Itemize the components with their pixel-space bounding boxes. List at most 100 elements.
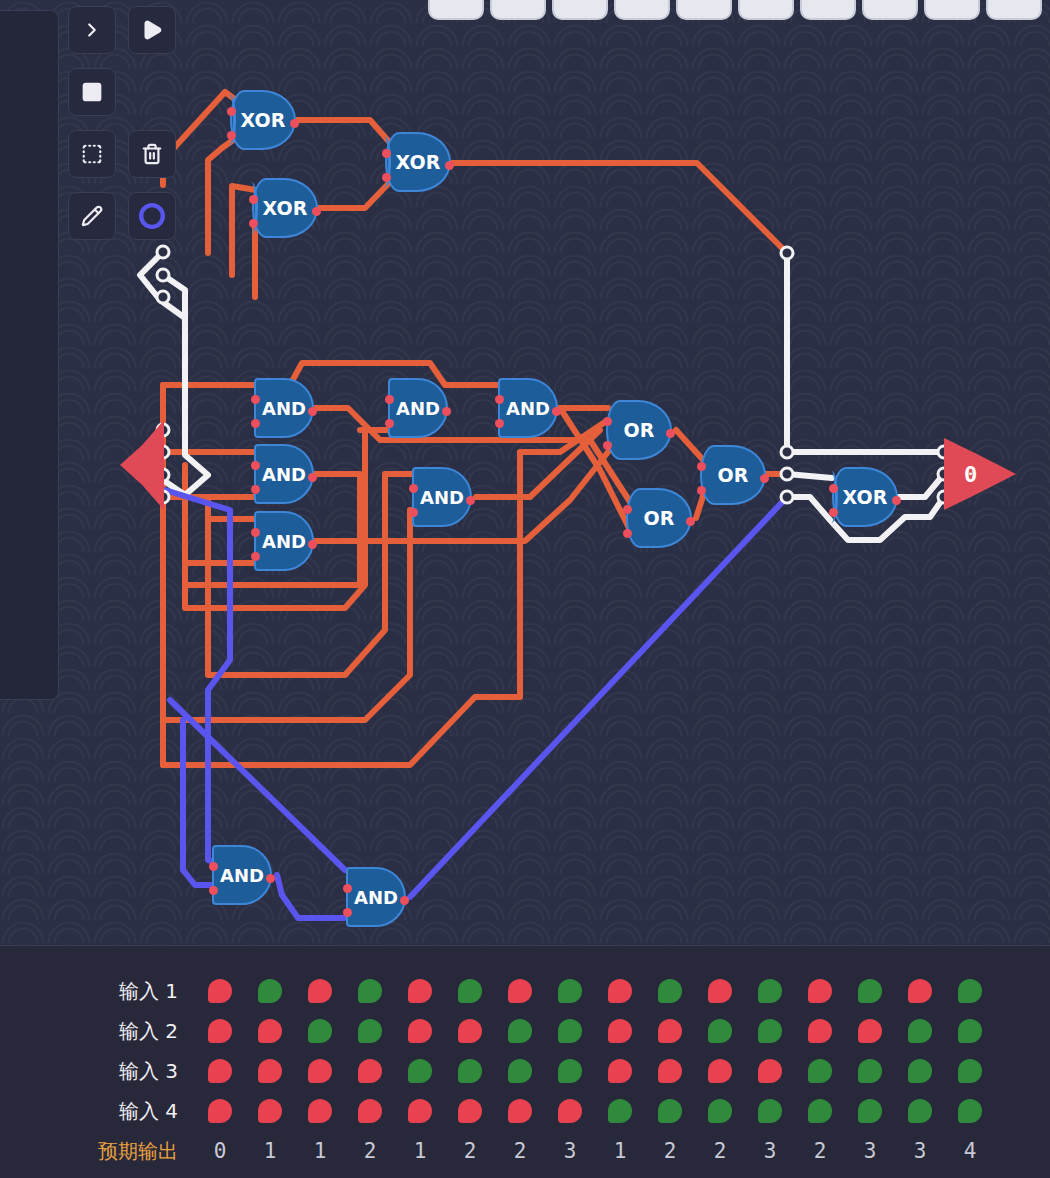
- gate-input-pin[interactable]: [251, 528, 260, 537]
- wire[interactable]: [277, 875, 344, 918]
- gate-output-pin[interactable]: [308, 473, 317, 482]
- gate-input-pin[interactable]: [227, 131, 236, 140]
- component-tile[interactable]: [800, 0, 856, 20]
- input-component[interactable]: [120, 420, 164, 510]
- gate-output-pin[interactable]: [308, 540, 317, 549]
- wire[interactable]: [558, 405, 608, 411]
- wire[interactable]: [676, 430, 705, 462]
- component-tile[interactable]: [676, 0, 732, 20]
- gate-output-pin[interactable]: [466, 496, 475, 505]
- gate-input-pin[interactable]: [251, 461, 260, 470]
- and-gate[interactable]: AND: [254, 444, 314, 504]
- gate-input-pin[interactable]: [249, 195, 258, 204]
- gate-input-pin[interactable]: [623, 529, 632, 538]
- and-gate[interactable]: AND: [254, 378, 314, 438]
- xor-gate[interactable]: XOR: [230, 90, 296, 150]
- gate-output-pin[interactable]: [666, 429, 675, 438]
- or-gate[interactable]: OR: [700, 445, 766, 505]
- wire-node[interactable]: [781, 468, 793, 480]
- gate-input-pin[interactable]: [251, 552, 260, 561]
- gate-input-pin[interactable]: [603, 441, 612, 450]
- gate-input-pin[interactable]: [382, 149, 391, 158]
- step-button[interactable]: [68, 6, 116, 54]
- wire-node[interactable]: [781, 247, 793, 259]
- component-tile[interactable]: [552, 0, 608, 20]
- component-tile[interactable]: [986, 0, 1042, 20]
- gate-input-pin[interactable]: [385, 395, 394, 404]
- gate-input-pin[interactable]: [251, 395, 260, 404]
- gate-output-pin[interactable]: [400, 896, 409, 905]
- gate-input-pin[interactable]: [495, 395, 504, 404]
- component-tile[interactable]: [862, 0, 918, 20]
- wire[interactable]: [163, 363, 498, 385]
- gate-input-pin[interactable]: [251, 485, 260, 494]
- and-gate[interactable]: AND: [212, 845, 272, 905]
- gate-output-pin[interactable]: [445, 161, 454, 170]
- gate-output-pin[interactable]: [686, 517, 695, 526]
- component-tile[interactable]: [490, 0, 546, 20]
- wire-node[interactable]: [157, 269, 169, 281]
- gate-input-pin[interactable]: [697, 486, 706, 495]
- output-component[interactable]: 0: [944, 438, 1016, 510]
- xor-gate[interactable]: XOR: [832, 467, 898, 527]
- wire-node[interactable]: [781, 446, 793, 458]
- component-tile[interactable]: [738, 0, 794, 20]
- gate-input-pin[interactable]: [829, 508, 838, 517]
- gate-output-pin[interactable]: [308, 407, 317, 416]
- gate-input-pin[interactable]: [209, 886, 218, 895]
- or-gate[interactable]: OR: [626, 488, 692, 548]
- wire[interactable]: [185, 430, 365, 608]
- wire[interactable]: [452, 163, 787, 253]
- wire[interactable]: [185, 560, 256, 566]
- and-gate[interactable]: AND: [498, 378, 558, 438]
- gate-output-pin[interactable]: [266, 874, 275, 883]
- gate-input-pin[interactable]: [249, 219, 258, 228]
- gate-input-pin[interactable]: [623, 505, 632, 514]
- component-tile[interactable]: [428, 0, 484, 20]
- gate-input-pin[interactable]: [343, 908, 352, 917]
- or-gate[interactable]: OR: [606, 400, 672, 460]
- xor-gate[interactable]: XOR: [252, 178, 318, 238]
- stop-button[interactable]: [68, 68, 116, 116]
- and-gate[interactable]: AND: [388, 378, 448, 438]
- gate-input-pin[interactable]: [409, 484, 418, 493]
- wire[interactable]: [255, 226, 258, 297]
- wire-node[interactable]: [157, 291, 169, 303]
- wire[interactable]: [898, 474, 944, 497]
- gate-input-pin[interactable]: [495, 419, 504, 428]
- wire[interactable]: [165, 490, 230, 862]
- wire-node[interactable]: [157, 246, 169, 258]
- wire[interactable]: [163, 449, 256, 455]
- xor-gate[interactable]: XOR: [385, 132, 451, 192]
- select-button[interactable]: [68, 130, 116, 178]
- and-gate[interactable]: AND: [346, 867, 406, 927]
- gate-input-pin[interactable]: [829, 484, 838, 493]
- wire[interactable]: [183, 720, 214, 885]
- gate-output-pin[interactable]: [892, 496, 901, 505]
- delete-button[interactable]: [128, 130, 176, 178]
- circuit-canvas[interactable]: XORXORXORANDANDANDANDANDANDORORORXORANDA…: [0, 0, 1050, 945]
- gate-output-pin[interactable]: [312, 207, 321, 216]
- pencil-button[interactable]: [68, 192, 116, 240]
- gate-input-pin[interactable]: [603, 417, 612, 426]
- gate-input-pin[interactable]: [409, 508, 418, 517]
- wire[interactable]: [410, 497, 787, 897]
- gate-input-pin[interactable]: [343, 884, 352, 893]
- wire[interactable]: [787, 253, 944, 452]
- wire-color-button[interactable]: [128, 192, 176, 240]
- wire[interactable]: [208, 474, 414, 675]
- component-tile[interactable]: [614, 0, 670, 20]
- gate-input-pin[interactable]: [251, 419, 260, 428]
- and-gate[interactable]: AND: [254, 511, 314, 571]
- gate-input-pin[interactable]: [382, 173, 391, 182]
- gate-input-pin[interactable]: [385, 419, 394, 428]
- and-gate[interactable]: AND: [412, 467, 472, 527]
- wire-node[interactable]: [781, 491, 793, 503]
- gate-output-pin[interactable]: [552, 407, 561, 416]
- wire[interactable]: [170, 700, 345, 870]
- component-tile[interactable]: [924, 0, 980, 20]
- play-button[interactable]: [128, 6, 176, 54]
- gate-input-pin[interactable]: [209, 862, 218, 871]
- gate-input-pin[interactable]: [697, 462, 706, 471]
- gate-output-pin[interactable]: [760, 474, 769, 483]
